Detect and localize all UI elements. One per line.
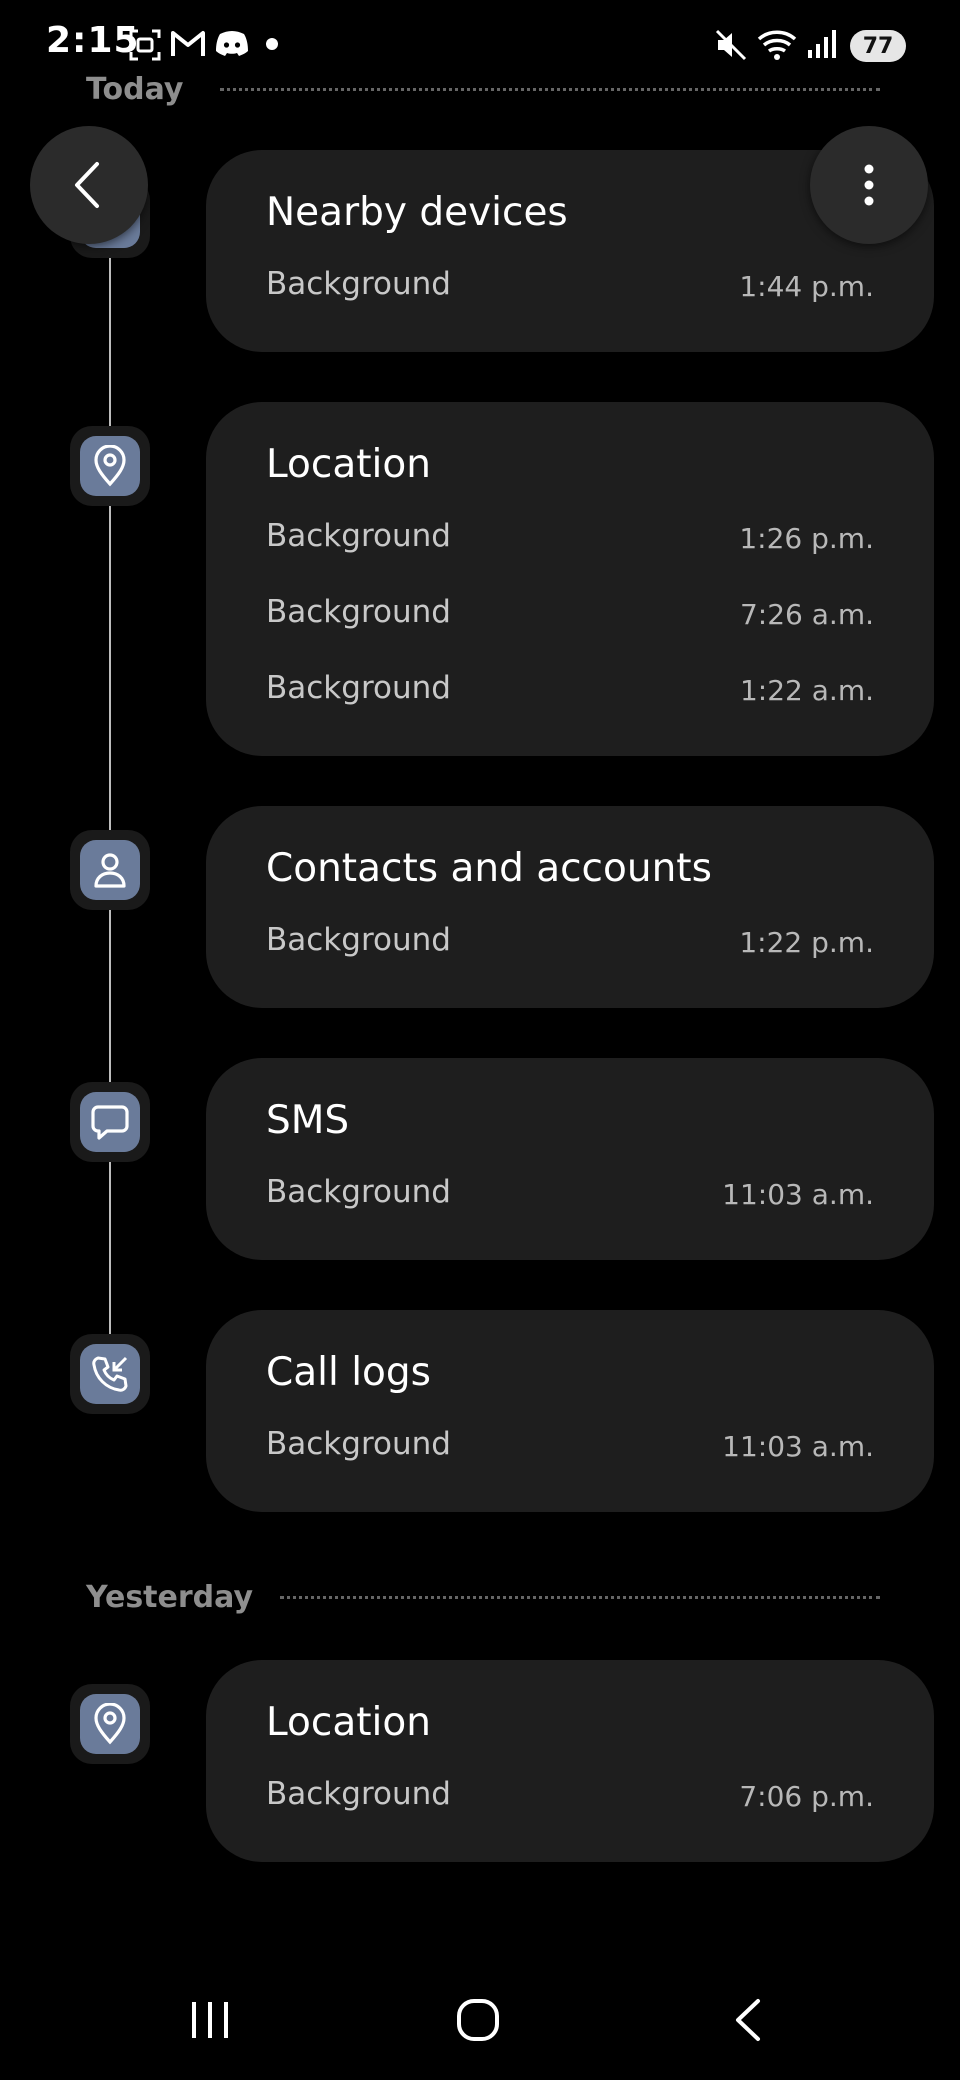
section-divider [220, 88, 880, 91]
gmail-icon [171, 31, 205, 56]
timeline-card-location[interactable]: Location Background 1:26 p.m. Background… [206, 402, 934, 756]
card-title: Location [266, 442, 431, 487]
access-time: 1:44 p.m. [739, 270, 874, 303]
screenshot-icon [129, 29, 161, 61]
access-type: Background [266, 922, 451, 958]
access-time: 1:22 a.m. [739, 674, 874, 707]
timeline-icon-sms [70, 1082, 150, 1162]
card-title: Contacts and accounts [266, 846, 712, 891]
location-pin-icon [94, 1703, 126, 1745]
back-button[interactable] [30, 126, 148, 244]
card-title: Call logs [266, 1350, 431, 1395]
access-type: Background [266, 1174, 451, 1210]
contact-person-icon [94, 853, 126, 888]
timeline-icon-call-logs [70, 1334, 150, 1414]
timeline-icon-location [70, 1684, 150, 1764]
access-type: Background [266, 1426, 451, 1462]
card-title: Nearby devices [266, 190, 568, 235]
chevron-left-icon [75, 162, 99, 208]
call-log-icon [92, 1356, 128, 1392]
recent-apps-icon [192, 2002, 228, 2038]
access-time: 11:03 a.m. [722, 1178, 874, 1211]
more-options-button[interactable] [810, 126, 928, 244]
timeline-icon-location [70, 426, 150, 506]
home-button[interactable] [418, 1960, 538, 2080]
location-pin-icon [94, 445, 126, 487]
access-type: Background [266, 594, 451, 630]
timeline-card-location-yesterday[interactable]: Location Background 7:06 p.m. [206, 1660, 934, 1862]
card-title: SMS [266, 1098, 350, 1143]
section-header-today: Today [86, 72, 184, 107]
signal-icon [808, 30, 836, 58]
access-type: Background [266, 266, 451, 302]
navigation-bar [0, 1960, 960, 2080]
timeline-card-contacts[interactable]: Contacts and accounts Background 1:22 p.… [206, 806, 934, 1008]
more-vertical-icon [864, 164, 874, 206]
nav-back-icon [736, 1999, 760, 2041]
discord-icon [216, 31, 248, 56]
access-time: 7:06 p.m. [739, 1780, 874, 1813]
recent-apps-button[interactable] [150, 1960, 270, 2080]
status-time: 2:15 [46, 20, 140, 61]
notification-dot [266, 38, 278, 50]
access-time: 1:26 p.m. [739, 522, 874, 555]
access-time: 1:22 p.m. [739, 926, 874, 959]
section-header-yesterday: Yesterday [86, 1580, 254, 1615]
timeline-card-call-logs[interactable]: Call logs Background 11:03 a.m. [206, 1310, 934, 1512]
access-type: Background [266, 1776, 451, 1812]
access-type: Background [266, 670, 451, 706]
timeline-line [109, 230, 111, 1380]
wifi-icon [757, 30, 797, 60]
timeline-card-sms[interactable]: SMS Background 11:03 a.m. [206, 1058, 934, 1260]
access-time: 11:03 a.m. [722, 1430, 874, 1463]
timeline-icon-contacts [70, 830, 150, 910]
section-divider [280, 1596, 880, 1599]
home-icon [457, 1999, 499, 2041]
nav-back-button[interactable] [688, 1960, 808, 2080]
mute-icon [715, 29, 747, 61]
access-time: 7:26 a.m. [739, 598, 874, 631]
access-type: Background [266, 518, 451, 554]
battery-indicator: 77 [850, 30, 906, 62]
message-bubble-icon [91, 1105, 129, 1140]
card-title: Location [266, 1700, 431, 1745]
